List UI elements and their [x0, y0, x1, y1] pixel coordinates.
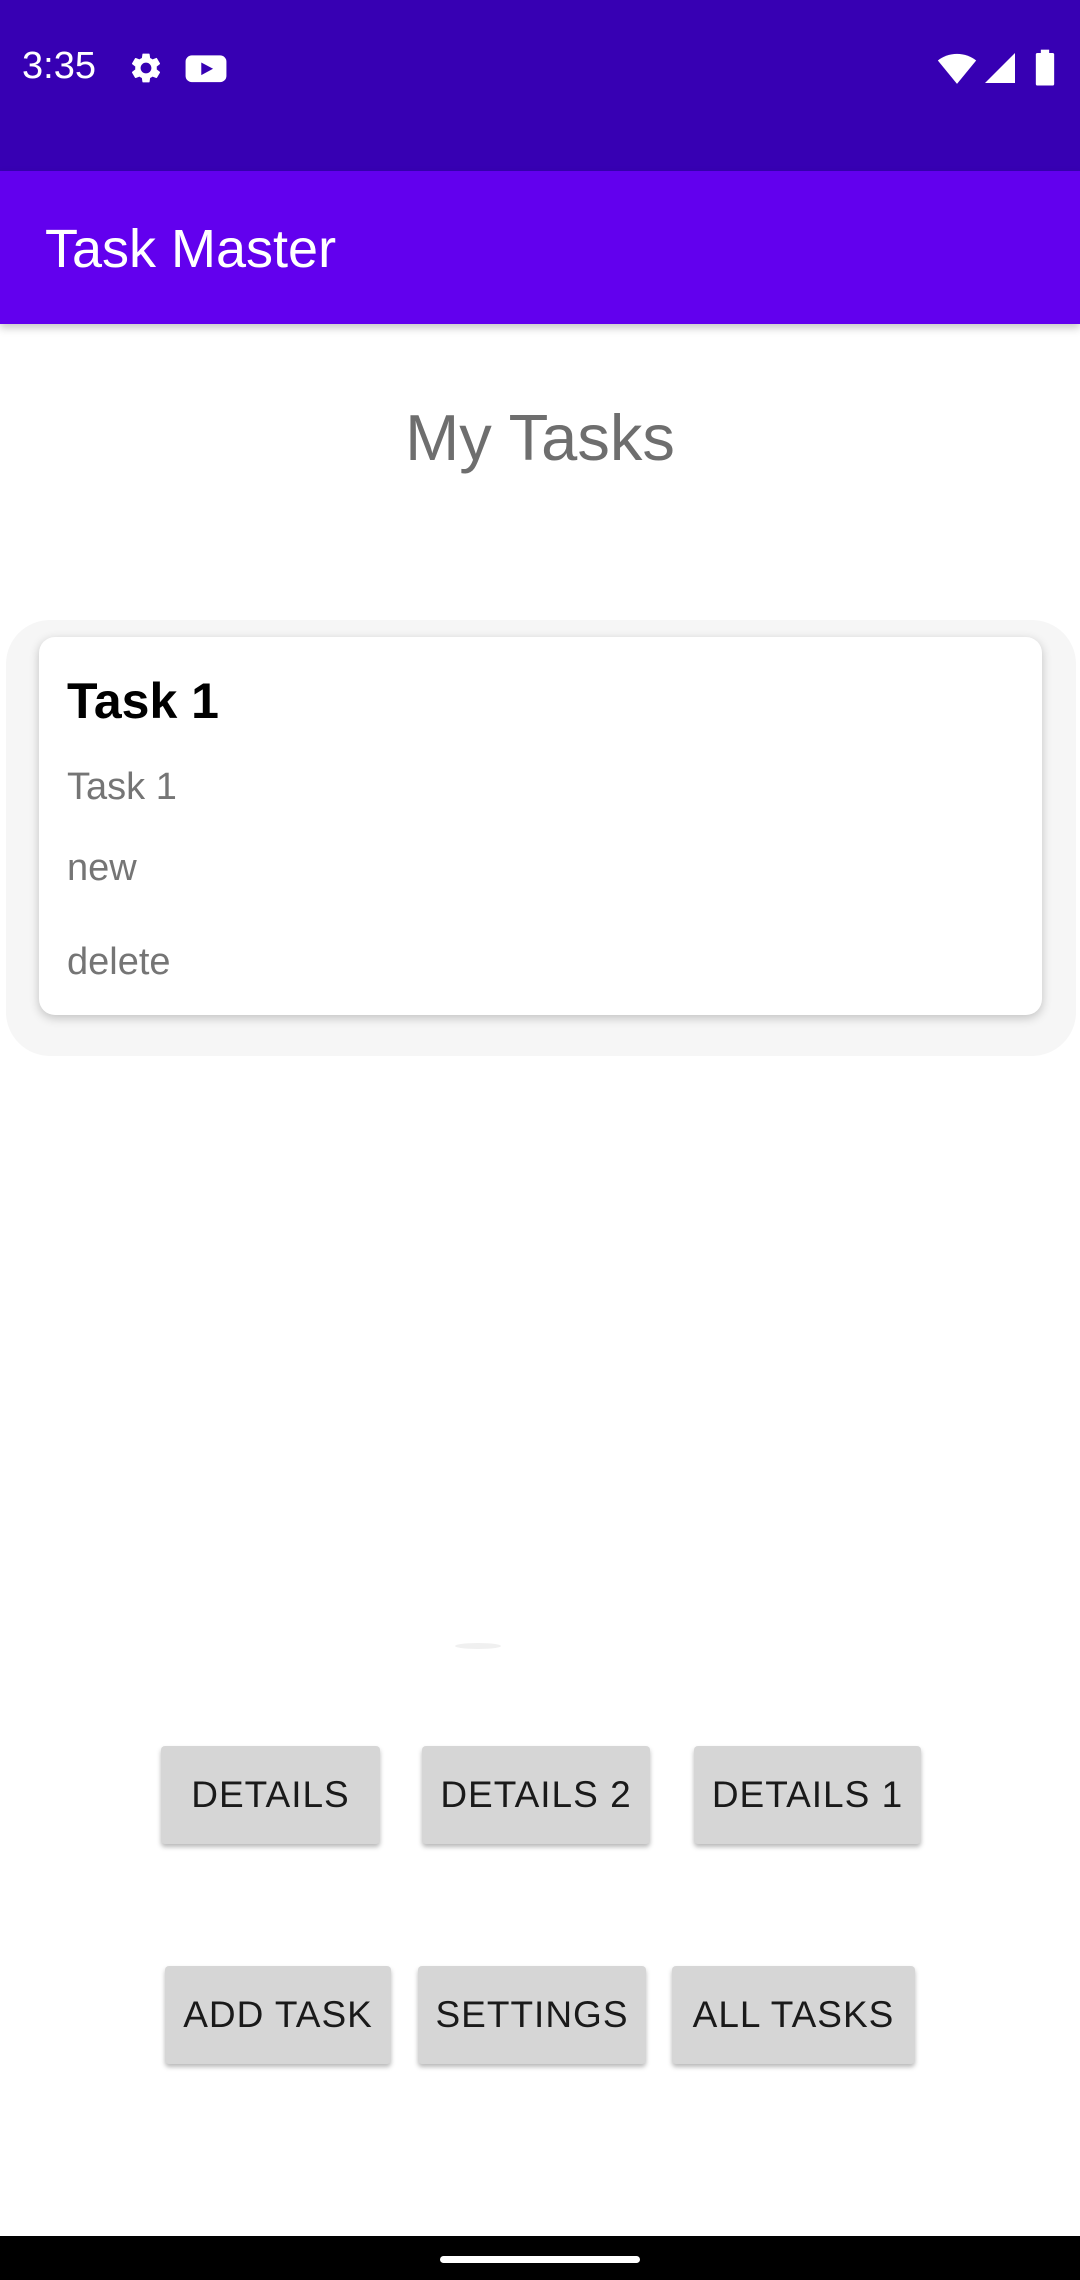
all-tasks-button[interactable]: ALL TASKS [672, 1966, 915, 2064]
task-delete-button[interactable]: delete [67, 939, 171, 985]
app-bar: Task Master [0, 171, 1080, 324]
battery-icon [1034, 48, 1056, 88]
status-bar: 3:35 [0, 0, 1080, 171]
wifi-icon [936, 48, 978, 88]
task-card[interactable]: Task 1 Task 1 new delete [39, 637, 1042, 1015]
status-time: 3:35 [22, 45, 96, 87]
page-title: My Tasks [405, 401, 675, 474]
navigation-bar [0, 2236, 1080, 2280]
task-state: new [67, 847, 137, 889]
youtube-icon [184, 48, 228, 88]
gear-icon [128, 48, 164, 88]
task-body: Task 1 [67, 766, 177, 808]
details-1-button[interactable]: DETAILS 1 [694, 1746, 921, 1844]
details-2-button[interactable]: DETAILS 2 [422, 1746, 650, 1844]
task-title: Task 1 [67, 673, 219, 729]
scroll-indicator [455, 1643, 501, 1649]
add-task-button[interactable]: ADD TASK [165, 1966, 391, 2064]
details-button[interactable]: DETAILS [161, 1746, 380, 1844]
home-gesture-handle[interactable] [440, 2256, 640, 2263]
cell-signal-icon [982, 48, 1018, 88]
app-title: Task Master [45, 219, 337, 279]
settings-button[interactable]: SETTINGS [418, 1966, 646, 2064]
